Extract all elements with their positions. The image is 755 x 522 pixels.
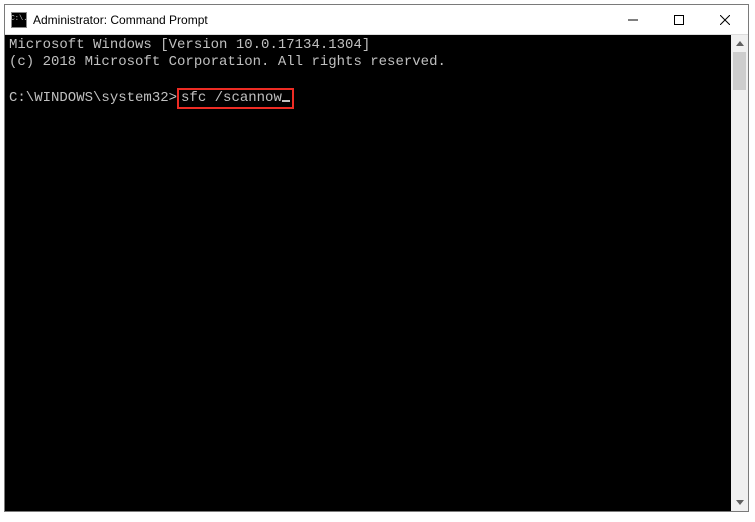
command-prompt-window: C:\. Administrator: Command Prompt Micro… (4, 4, 749, 512)
prompt-text: C:\WINDOWS\system32> (9, 90, 177, 106)
scroll-track[interactable] (731, 52, 748, 494)
terminal-area: Microsoft Windows [Version 10.0.17134.13… (5, 35, 748, 511)
maximize-button[interactable] (656, 5, 702, 34)
minimize-button[interactable] (610, 5, 656, 34)
window-controls (610, 5, 748, 34)
terminal-output[interactable]: Microsoft Windows [Version 10.0.17134.13… (5, 35, 731, 511)
scroll-down-arrow[interactable] (731, 494, 748, 511)
copyright-line: (c) 2018 Microsoft Corporation. All righ… (9, 54, 446, 70)
scroll-up-arrow[interactable] (731, 35, 748, 52)
version-line: Microsoft Windows [Version 10.0.17134.13… (9, 37, 370, 53)
scroll-thumb[interactable] (733, 52, 746, 90)
command-text: sfc /scannow (181, 90, 282, 106)
titlebar[interactable]: C:\. Administrator: Command Prompt (5, 5, 748, 35)
vertical-scrollbar[interactable] (731, 35, 748, 511)
close-button[interactable] (702, 5, 748, 34)
window-title: Administrator: Command Prompt (33, 13, 610, 27)
cmd-icon: C:\. (11, 12, 27, 28)
command-highlight: sfc /scannow (177, 88, 294, 109)
cursor (282, 100, 290, 102)
